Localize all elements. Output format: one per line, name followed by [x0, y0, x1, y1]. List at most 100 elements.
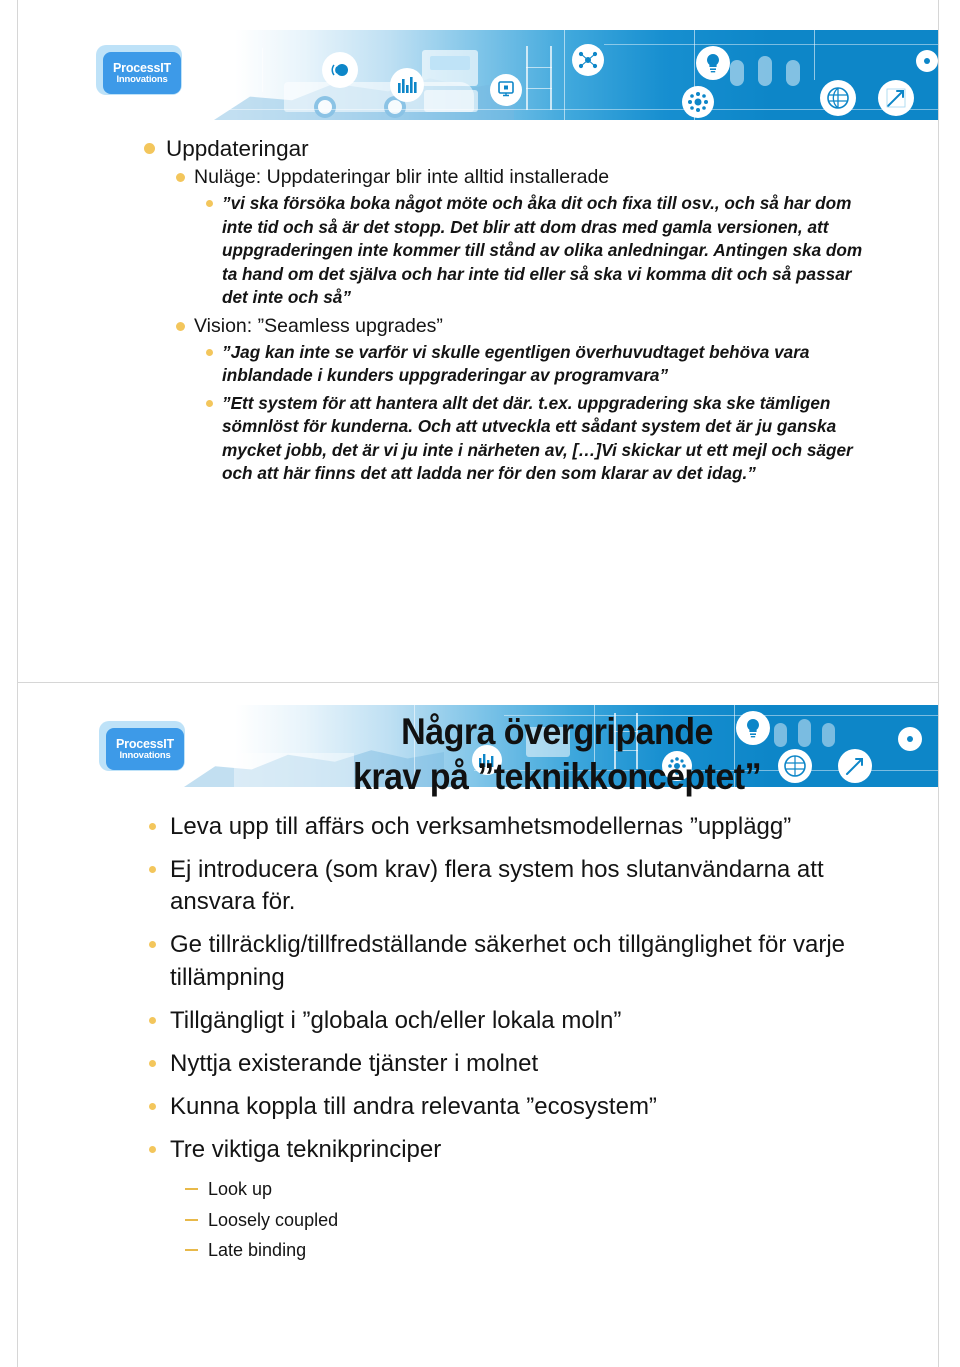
processit-logo: ProcessIT Innovations [96, 45, 182, 95]
list-item-text: Tillgängligt i ”globala och/eller lokala… [170, 1006, 622, 1034]
grid-line [262, 48, 263, 92]
list-item-text: Uppdateringar [166, 136, 309, 161]
molecule-icon [662, 751, 692, 781]
grid-line [604, 44, 938, 45]
grid-line [414, 705, 415, 787]
list-item-text: Tre viktiga teknikprinciper [170, 1136, 442, 1164]
bullet-dash [185, 1218, 198, 1221]
grid-line [814, 30, 815, 80]
list-item-text: Leva upp till affärs och verksamhetsmode… [170, 813, 792, 840]
slide-2-banner [174, 705, 938, 787]
list-item: Loosely coupled [18, 1208, 938, 1232]
slide-1-bullet-list: Uppdateringar Nuläge: Uppdateringar blir… [18, 134, 938, 486]
lightbulb-icon [736, 711, 770, 745]
globe-signal-icon [322, 52, 358, 88]
tower-silhouette [526, 46, 552, 110]
grid-line [594, 705, 595, 787]
list-item: ”Ett system för att hantera allt det där… [18, 392, 938, 486]
list-item-text: Ge tillräcklig/tillfredställande säkerhe… [170, 931, 845, 991]
bullet-dot [149, 866, 156, 874]
bullet-dot [206, 348, 213, 356]
list-item: Ej introducera (som krav) flera system h… [18, 854, 938, 918]
grid-line [504, 715, 938, 716]
meter-panel [526, 727, 570, 757]
slide-1-banner [174, 30, 938, 120]
bullet-dot [149, 823, 156, 830]
list-item: ”Jag kan inte se varför vi skulle egentl… [18, 341, 938, 388]
bullet-dot [206, 399, 213, 407]
list-item-text: Kunna koppla till andra relevanta ”ecosy… [170, 1093, 657, 1121]
bulb-row-shape [786, 60, 800, 86]
list-item-text: ”Jag kan inte se varför vi skulle egentl… [222, 341, 810, 386]
list-item: Nuläge: Uppdateringar blir inte alltid i… [18, 165, 938, 191]
slide-2-bullet-list: Leva upp till affärs och verksamhetsmode… [18, 811, 938, 1262]
list-item: Nyttja existerande tjänster i molnet [18, 1048, 938, 1080]
monitor-network-icon [490, 74, 522, 106]
document-page: ProcessIT Innovations Uppdateringar Nulä… [17, 0, 939, 1367]
grid-line [564, 30, 565, 120]
bullet-dot [149, 1146, 156, 1154]
arrow-up-right-icon [878, 80, 914, 116]
meter-screen [430, 56, 470, 70]
bullet-dot [176, 173, 185, 183]
bulb-row-shape [822, 723, 835, 747]
bar-chart-icon [472, 745, 502, 775]
list-item: Vision: ”Seamless upgrades” [18, 314, 938, 340]
list-item: Uppdateringar [18, 134, 938, 163]
bulb-row-shape [798, 719, 811, 747]
bullet-dot [144, 143, 155, 154]
slide-2: Några övergripande krav på ”teknikkoncep… [18, 683, 938, 1366]
molecule-icon [682, 86, 714, 118]
logo-name: ProcessIT [116, 736, 174, 751]
arrow-up-right-icon [838, 749, 872, 783]
slide-1-content: Uppdateringar Nuläge: Uppdateringar blir… [18, 134, 938, 490]
list-item-text: ”vi ska försöka boka något möte och åka … [222, 192, 863, 308]
logo-name: ProcessIT [113, 60, 171, 75]
list-item-text: Nyttja existerande tjänster i molnet [170, 1049, 539, 1077]
slide-2-content: Leva upp till affärs och verksamhetsmode… [18, 811, 938, 1268]
logo-tagline: Innovations [119, 749, 171, 761]
list-item: Leva upp till affärs och verksamhetsmode… [18, 811, 938, 843]
grid-line [734, 705, 735, 787]
bulb-row-shape [730, 60, 744, 86]
list-item: Tillgängligt i ”globala och/eller lokala… [18, 1005, 938, 1037]
bulb-row-shape [758, 56, 772, 86]
globe-icon [820, 80, 856, 116]
bullet-dot [149, 941, 156, 949]
wheel-icon [314, 96, 336, 118]
bulb-row-shape [774, 723, 787, 747]
bullet-dot [149, 1103, 156, 1111]
bullet-dash [185, 1248, 198, 1251]
lightbulb-icon [696, 46, 730, 80]
bullet-dot [176, 321, 185, 331]
building-silhouette [234, 753, 354, 787]
logo-box: ProcessIT Innovations [103, 52, 181, 94]
tower-silhouette [614, 713, 638, 769]
bar-chart-icon [390, 68, 424, 102]
list-item: Tre viktiga teknikprinciper [18, 1134, 938, 1166]
logo-box: ProcessIT Innovations [106, 728, 184, 770]
list-item-text: Look up [208, 1179, 273, 1200]
molecule-icon [572, 44, 604, 76]
bullet-dot [149, 1059, 156, 1067]
bullet-dash [185, 1188, 198, 1191]
list-item: ”vi ska försöka boka något möte och åka … [18, 192, 938, 310]
bullet-dot [206, 199, 213, 207]
meter-base [424, 90, 478, 112]
list-item: Kunna koppla till andra relevanta ”ecosy… [18, 1091, 938, 1123]
bullet-dot [149, 1016, 156, 1024]
gauge-meter-icon [916, 50, 938, 72]
list-item-text: ”Ett system för att hantera allt det där… [222, 392, 853, 484]
list-item-text: Vision: ”Seamless upgrades” [194, 314, 443, 337]
list-item-text: Nuläge: Uppdateringar blir inte alltid i… [194, 166, 610, 189]
slide-1: ProcessIT Innovations Uppdateringar Nulä… [18, 0, 938, 683]
list-item-text: Late binding [208, 1239, 307, 1260]
logo-tagline: Innovations [116, 73, 168, 85]
processit-logo: ProcessIT Innovations [99, 721, 185, 771]
list-item: Late binding [18, 1238, 938, 1262]
list-item-text: Loosely coupled [208, 1209, 339, 1230]
gauge-meter-icon [898, 727, 922, 751]
list-item: Look up [18, 1177, 938, 1201]
list-item: Ge tillräcklig/tillfredställande säkerhe… [18, 929, 938, 993]
globe-icon [778, 749, 812, 783]
